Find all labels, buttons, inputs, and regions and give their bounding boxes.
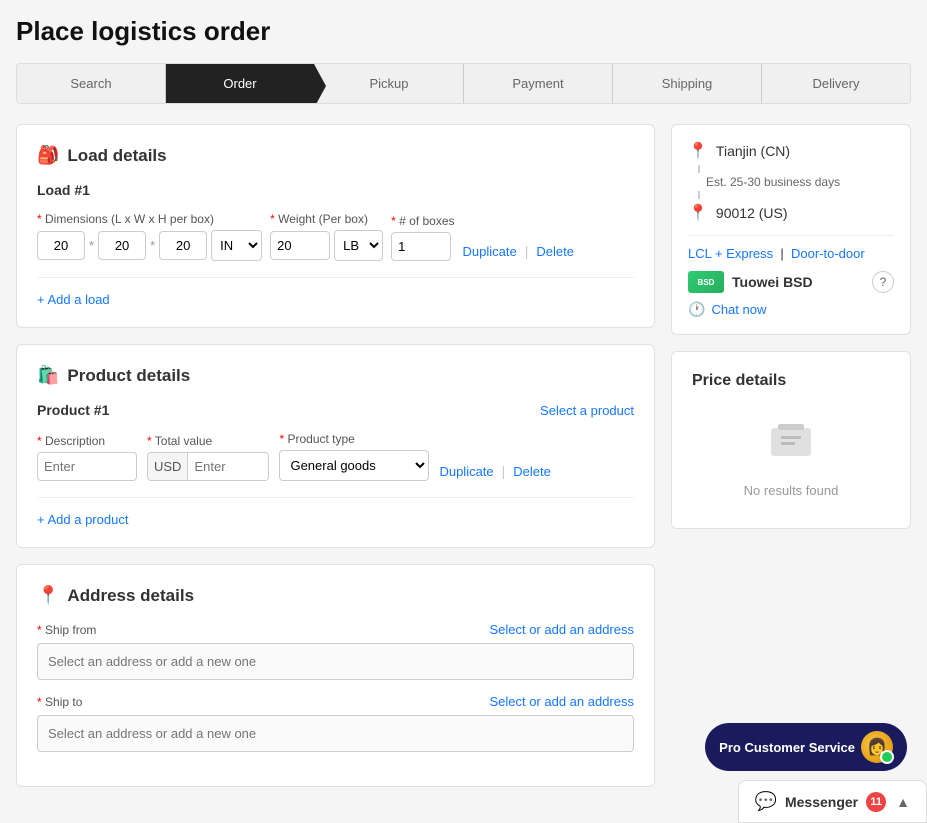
service-type: LCL + Express | Door-to-door (688, 246, 894, 261)
price-title: Price details (692, 372, 890, 390)
est-days: Est. 25-30 business days (706, 175, 840, 189)
load-delete-btn[interactable]: Delete (536, 244, 574, 259)
route: 📍 Tianjin (CN) Est. 25-30 business days … (688, 141, 894, 223)
total-value-field: * Total value USD (147, 434, 269, 481)
value-input[interactable] (188, 453, 268, 480)
currency-label: USD (148, 453, 188, 480)
load-icon: 🎒 (37, 145, 59, 166)
load-details-card: 🎒 Load details Load #1 * Dimensions (L x… (16, 124, 655, 328)
messenger-bar[interactable]: 💬 Messenger 11 ▲ (738, 780, 927, 823)
step-pickup[interactable]: Pickup (314, 64, 463, 103)
load-actions: Duplicate | Delete (463, 243, 574, 261)
add-product-row: + Add a product (37, 497, 634, 527)
destination-text: 90012 (US) (716, 205, 788, 221)
messenger-inner: 💬 Messenger 11 (755, 791, 887, 812)
weight-label: * Weight (Per box) (270, 212, 383, 226)
load-number: Load #1 (37, 182, 634, 198)
carrier-row: BSD Tuowei BSD ? (688, 271, 894, 293)
dimensions-label: * Dimensions (L x W x H per box) (37, 212, 262, 226)
add-load-btn[interactable]: + Add a load (37, 292, 110, 307)
description-field: * Description (37, 434, 137, 481)
dim-h-input[interactable] (159, 231, 207, 260)
chat-now-btn[interactable]: 🕐 Chat now (688, 301, 894, 318)
price-details-card: Price details No results found (671, 351, 911, 529)
ship-to-group: * Ship to Select or add an address (37, 694, 634, 752)
carrier-logo: BSD (688, 271, 724, 293)
product-details-card: 🛍️ Product details Product #1 Select a p… (16, 344, 655, 548)
destination-item: 📍 90012 (US) (688, 203, 894, 223)
dim-sep-1: * (89, 238, 94, 253)
product-details-title: 🛍️ Product details (37, 365, 634, 386)
boxes-field: * # of boxes (391, 214, 454, 261)
boxes-input[interactable] (391, 232, 451, 261)
boxes-label: * # of boxes (391, 214, 454, 228)
ship-to-header: * Ship to Select or add an address (37, 694, 634, 709)
messenger-chevron-icon: ▲ (896, 794, 910, 810)
pro-customer-service-btn[interactable]: Pro Customer Service 👩 (705, 723, 907, 771)
ship-from-group: * Ship from Select or add an address (37, 622, 634, 680)
address-icon: 📍 (37, 585, 59, 606)
product-fields: * Description * Total value USD (37, 432, 634, 481)
step-payment[interactable]: Payment (463, 64, 612, 103)
ship-from-input[interactable] (37, 643, 634, 680)
ship-from-select-btn[interactable]: Select or add an address (489, 622, 634, 637)
product-icon: 🛍️ (37, 365, 59, 386)
origin-item: 📍 Tianjin (CN) (688, 141, 894, 161)
step-shipping[interactable]: Shipping (612, 64, 761, 103)
ship-to-input[interactable] (37, 715, 634, 752)
chat-icon: 🕐 (688, 301, 705, 318)
value-input-wrap: USD (147, 452, 269, 481)
stepper: Search Order Pickup Payment Shipping Del… (16, 63, 911, 104)
product-type-select[interactable]: General goods Electronics Clothing Food … (279, 450, 429, 481)
pro-cs-label: Pro Customer Service (719, 740, 855, 755)
carrier-name: Tuowei BSD (732, 274, 864, 290)
no-results-area: No results found (692, 406, 890, 508)
dim-l-input[interactable] (37, 231, 85, 260)
weight-input[interactable] (270, 231, 330, 260)
address-details-card: 📍 Address details * Ship from Select or … (16, 564, 655, 787)
load-details-title: 🎒 Load details (37, 145, 634, 166)
step-delivery[interactable]: Delivery (761, 64, 910, 103)
product-header: Product #1 Select a product (37, 402, 634, 418)
product-actions: Duplicate | Delete (439, 463, 550, 481)
dimensions-field: * Dimensions (L x W x H per box) * * IN … (37, 212, 262, 261)
product-type-label: * Product type (279, 432, 429, 446)
shipment-info-card: 📍 Tianjin (CN) Est. 25-30 business days … (671, 124, 911, 335)
help-icon[interactable]: ? (872, 271, 894, 293)
weight-unit-select[interactable]: LB KG (334, 230, 383, 261)
load-duplicate-btn[interactable]: Duplicate (463, 244, 517, 259)
no-results-icon (766, 416, 816, 475)
step-search[interactable]: Search (17, 64, 165, 103)
no-results-text: No results found (744, 483, 839, 498)
product-type-field: * Product type General goods Electronics… (279, 432, 429, 481)
dim-w-input[interactable] (98, 231, 146, 260)
page-title: Place logistics order (16, 16, 911, 47)
description-label: * Description (37, 434, 137, 448)
pro-cs-avatar: 👩 (861, 731, 893, 763)
weight-field: * Weight (Per box) LB KG (270, 212, 383, 261)
ship-from-label: * Ship from (37, 623, 96, 637)
product-delete-btn[interactable]: Delete (513, 464, 551, 479)
origin-text: Tianjin (CN) (716, 143, 790, 159)
total-value-label: * Total value (147, 434, 269, 448)
messenger-icon: 💬 (755, 791, 777, 812)
select-product-btn[interactable]: Select a product (540, 403, 634, 418)
add-load-row: + Add a load (37, 277, 634, 307)
address-details-title: 📍 Address details (37, 585, 634, 606)
product-number: Product #1 (37, 402, 109, 418)
dim-sep-2: * (150, 238, 155, 253)
messenger-badge: 11 (866, 792, 886, 812)
step-order[interactable]: Order (165, 64, 314, 103)
origin-pin-icon: 📍 (688, 141, 708, 161)
ship-to-select-btn[interactable]: Select or add an address (489, 694, 634, 709)
divider-1 (688, 235, 894, 236)
ship-from-header: * Ship from Select or add an address (37, 622, 634, 637)
description-input[interactable] (37, 452, 137, 481)
add-product-btn[interactable]: + Add a product (37, 512, 128, 527)
ship-to-label: * Ship to (37, 695, 82, 709)
dim-unit-select[interactable]: IN CM (211, 230, 262, 261)
product-duplicate-btn[interactable]: Duplicate (439, 464, 493, 479)
destination-pin-icon: 📍 (688, 203, 708, 223)
messenger-label: Messenger (785, 794, 858, 810)
